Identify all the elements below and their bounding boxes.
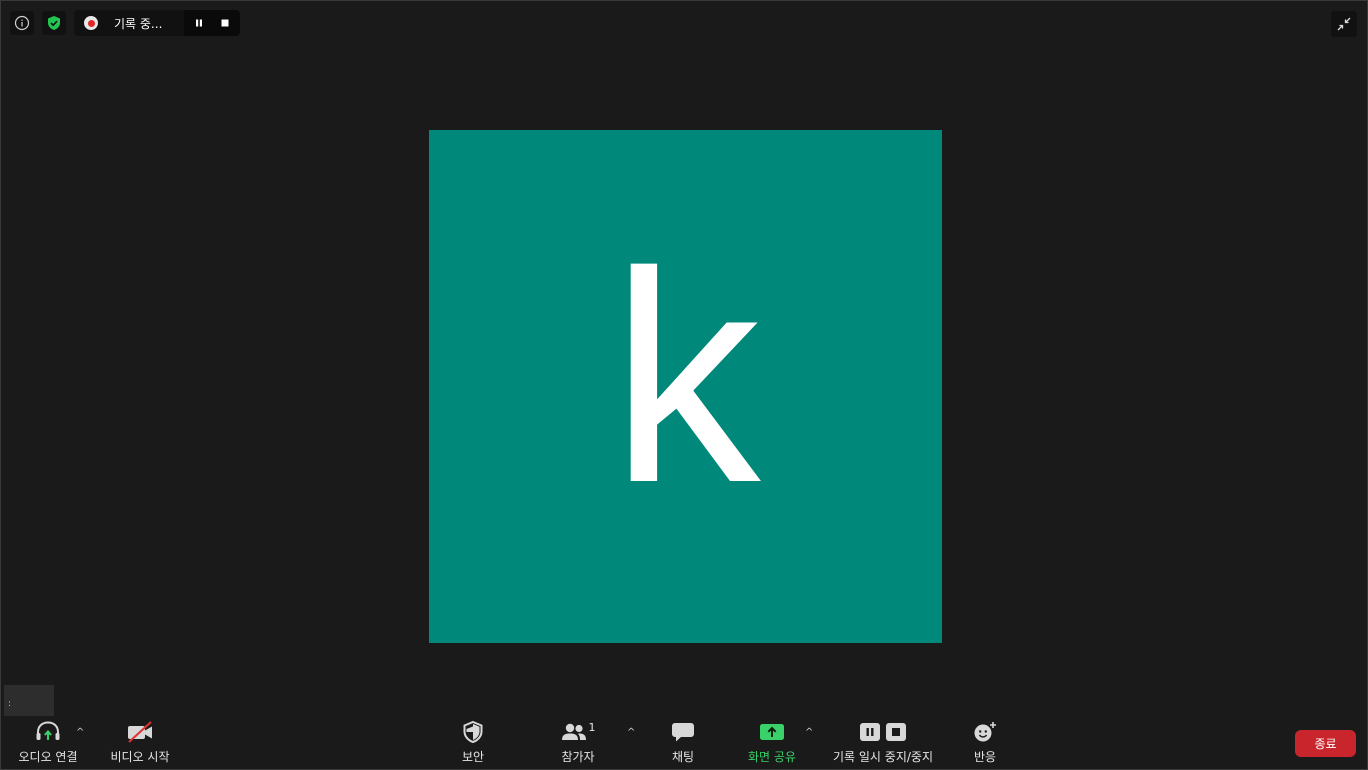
end-meeting-button[interactable]: 종료 bbox=[1295, 730, 1356, 757]
stop-icon bbox=[221, 19, 229, 27]
exit-fullscreen-button[interactable] bbox=[1331, 11, 1357, 37]
pause-recording-icon bbox=[860, 723, 880, 741]
stop-recording-button[interactable] bbox=[212, 10, 238, 36]
thumbnail-mark: : bbox=[8, 699, 12, 709]
info-icon bbox=[14, 15, 30, 31]
recording-status-text: 기록 중... bbox=[114, 16, 163, 31]
meeting-info-button[interactable] bbox=[10, 11, 34, 35]
recording-controls-label: 기록 일시 중지/중지 bbox=[833, 750, 933, 764]
video-off-icon bbox=[128, 721, 152, 743]
reactions-button[interactable]: 반응 bbox=[965, 719, 1005, 765]
self-view-thumbnail[interactable]: : bbox=[4, 685, 54, 716]
video-label: 비디오 시작 bbox=[110, 750, 170, 764]
pause-icon bbox=[196, 19, 202, 27]
security-label: 보안 bbox=[461, 750, 485, 764]
audio-label: 오디오 연결 bbox=[18, 750, 78, 764]
meeting-window: 기록 중... k: 오디오 연결 ^ 비디오 시작 보안 1 참가자 ^ 채… bbox=[0, 0, 1368, 770]
participants-button[interactable]: 1 참가자 bbox=[554, 719, 602, 765]
shield-check-icon bbox=[48, 16, 60, 30]
audio-options-chevron-icon[interactable]: ^ bbox=[76, 727, 84, 738]
smiley-add-icon bbox=[974, 722, 996, 742]
minimize-arrows-icon bbox=[1337, 17, 1351, 31]
participants-count: 1 bbox=[588, 721, 596, 734]
share-screen-button[interactable]: 화면 공유 bbox=[743, 719, 801, 765]
chat-bubble-icon bbox=[672, 723, 694, 742]
share-options-chevron-icon[interactable]: ^ bbox=[805, 727, 813, 738]
participant-avatar: k bbox=[429, 130, 942, 643]
chat-label: 채팅 bbox=[671, 750, 695, 764]
encryption-button[interactable] bbox=[42, 11, 66, 35]
participants-options-chevron-icon[interactable]: ^ bbox=[627, 727, 635, 738]
security-button[interactable]: 보안 bbox=[451, 719, 495, 765]
participants-label: 참가자 bbox=[561, 750, 595, 764]
avatar-initial: k bbox=[610, 208, 761, 545]
headphone-icon bbox=[36, 721, 60, 740]
recording-controls-button[interactable]: 기록 일시 중지/중지 bbox=[827, 719, 939, 765]
pause-recording-button[interactable] bbox=[186, 10, 212, 36]
share-screen-icon bbox=[760, 724, 784, 740]
shield-icon bbox=[463, 720, 483, 744]
join-audio-button[interactable]: 오디오 연결 bbox=[15, 719, 81, 765]
recording-dot-icon bbox=[84, 16, 98, 30]
recording-indicator: 기록 중... bbox=[74, 10, 240, 36]
reactions-label: 반응 bbox=[973, 750, 997, 764]
stop-recording-icon bbox=[886, 723, 906, 741]
share-screen-label: 화면 공유 bbox=[748, 750, 796, 764]
start-video-button[interactable]: 비디오 시작 bbox=[107, 719, 173, 765]
chat-button[interactable]: 채팅 bbox=[663, 719, 703, 765]
participants-icon bbox=[561, 723, 586, 740]
top-left-controls: 기록 중... bbox=[10, 10, 240, 36]
